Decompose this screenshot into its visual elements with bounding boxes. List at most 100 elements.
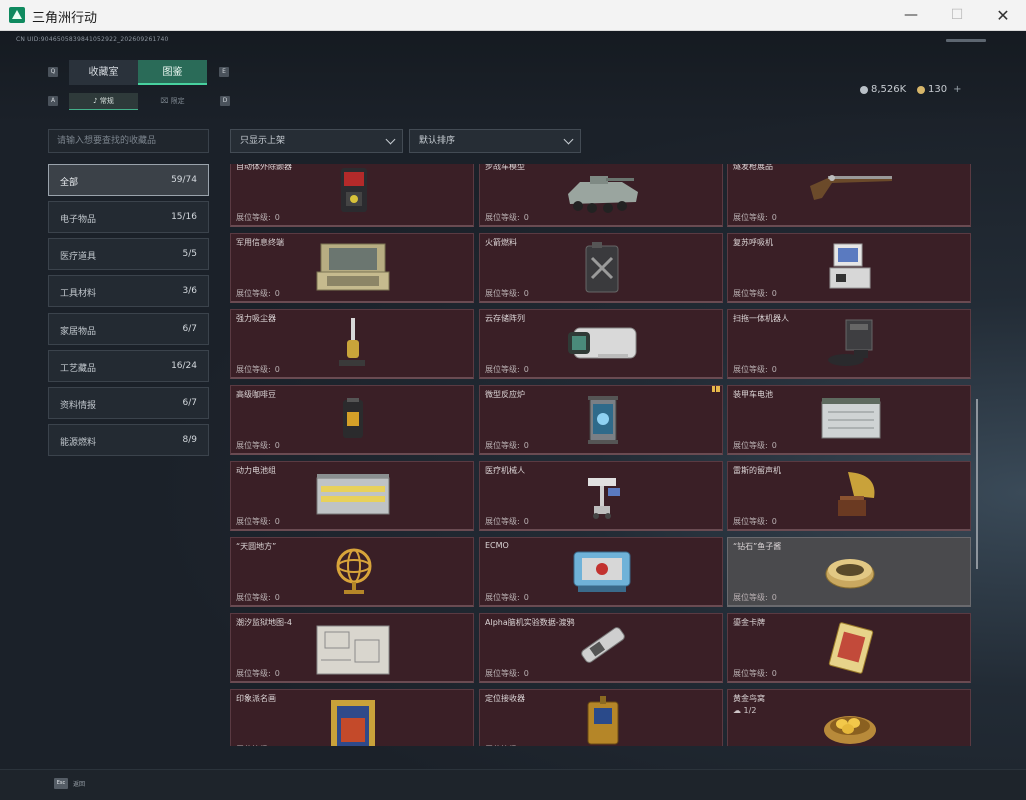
item-level-value: 0 <box>274 213 280 222</box>
item-card[interactable]: Alpha脑机实验数据-渡鸦 展位等级: 0 <box>479 613 723 683</box>
item-card[interactable]: 潮汐监狱地图-4 展位等级: 0 <box>230 613 474 683</box>
item-card[interactable]: 动力电池组 展位等级: 0 <box>230 461 474 531</box>
close-button[interactable]: ✕ <box>980 0 1026 31</box>
prison-map-icon <box>316 625 390 675</box>
grid-scrollbar[interactable] <box>976 399 978 569</box>
music-note-icon: ♪ <box>93 97 98 105</box>
key-hint-d: D <box>220 96 230 106</box>
currency-silver-value: 8,526K <box>871 84 907 95</box>
item-name: 云存储阵列 <box>485 314 525 323</box>
item-level-label: 展位等级: <box>236 365 271 374</box>
category-item[interactable]: 家居物品 6/7 <box>48 313 209 345</box>
item-level-label: 展位等级: <box>236 213 271 222</box>
tab-limited[interactable]: ⌧ 限定 <box>138 93 207 110</box>
item-name: 雷斯的留声机 <box>733 466 781 475</box>
item-level-value: 0 <box>771 441 777 450</box>
item-name: 复苏呼吸机 <box>733 238 773 247</box>
item-card[interactable]: 燧发枪展品 展位等级: 0 <box>727 164 971 227</box>
category-item[interactable]: 工具材料 3/6 <box>48 275 209 307</box>
item-card[interactable]: 装甲车电池 展位等级: 0 <box>727 385 971 455</box>
tab-collection-room[interactable]: 收藏室 <box>69 60 138 85</box>
item-level: 展位等级: 0 <box>485 744 529 746</box>
item-card[interactable]: ECMO 展位等级: 0 <box>479 537 723 607</box>
item-level: 展位等级:0 <box>236 212 280 223</box>
item-card[interactable]: 扫拖一体机器人 展位等级: 0 <box>727 309 971 379</box>
item-level-label: 展位等级: <box>733 289 768 298</box>
sort-dropdown[interactable]: 默认排序 <box>409 129 581 153</box>
storage-array-icon <box>568 327 637 359</box>
item-level-label: 展位等级: <box>236 517 271 526</box>
item-level-label: 展位等级: <box>485 745 520 746</box>
item-level: 展位等级:0 <box>485 212 529 223</box>
item-card[interactable]: 定位接收器展位等级: 0 <box>479 689 723 746</box>
item-level: 展位等级:0 <box>733 212 777 223</box>
item-name: 高级咖啡豆 <box>236 390 276 399</box>
top-bar-indicator <box>946 39 986 42</box>
item-level-label: 展位等级: <box>485 213 520 222</box>
window-titlebar: 三角洲行动 — ☐ ✕ <box>0 0 1026 31</box>
item-level-label: 展位等级: <box>236 669 271 678</box>
tab-gallery[interactable]: 图鉴 <box>138 60 207 85</box>
category-item[interactable]: 电子物品 15/16 <box>48 201 209 233</box>
game-area: CN UID:9046505839841052922_202609261740 … <box>0 31 1026 800</box>
item-level-value: 0 <box>523 365 529 374</box>
micro-reactor-icon <box>588 396 618 444</box>
item-level-value: 0 <box>523 213 529 222</box>
item-level-label: 展位等级: <box>733 669 768 678</box>
tab-normal[interactable]: ♪ 常规 <box>69 93 138 110</box>
item-level: 展位等级:0 <box>485 440 529 451</box>
item-level: 展位等级:0 <box>236 288 280 299</box>
add-gold-icon[interactable]: + <box>953 84 961 95</box>
category-label: 全部 <box>60 178 79 188</box>
golden-nest-icon <box>824 716 876 744</box>
item-card[interactable]: 高级咖啡豆 展位等级: 0 <box>230 385 474 455</box>
display-filter-dropdown[interactable]: 只显示上架 <box>230 129 403 153</box>
battery-pack-icon <box>316 474 390 515</box>
item-card[interactable]: 复苏呼吸机 展位等级: 0 <box>727 233 971 303</box>
item-card[interactable]: “钻石”鱼子酱 展位等级: 0 <box>727 537 971 607</box>
item-card[interactable]: 火箭燃料 展位等级: 0 <box>479 233 723 303</box>
item-level-value: 0 <box>274 517 280 526</box>
maximize-button[interactable]: ☐ <box>934 0 980 31</box>
item-card[interactable]: 鎏金卡牌 展位等级: 0 <box>727 613 971 683</box>
item-card[interactable]: 军用信息终端 展位等级: 0 <box>230 233 474 303</box>
item-name: 印象派名画 <box>236 694 276 703</box>
esc-key-hint[interactable]: Esc <box>54 778 68 789</box>
item-card[interactable]: 云存储阵列 展位等级: 0 <box>479 309 723 379</box>
category-item[interactable]: 工艺藏品 16/24 <box>48 350 209 382</box>
category-count: 3/6 <box>182 286 197 296</box>
framed-painting-icon <box>331 700 375 746</box>
item-card[interactable]: 黄金鸟窝 ☁ 1/2 <box>727 689 971 746</box>
category-item[interactable]: 全部 59/74 <box>48 164 209 196</box>
item-level: 展位等级:0 <box>236 364 280 375</box>
item-level-label: 展位等级: <box>485 593 520 602</box>
category-item[interactable]: 能源燃料 8/9 <box>48 424 209 456</box>
category-label: 工具材料 <box>60 289 97 299</box>
currency-gold[interactable]: 130 + <box>917 84 961 95</box>
chevron-down-icon <box>385 134 396 145</box>
key-hint-q: Q <box>48 67 58 77</box>
collection-search-input[interactable]: 请输入想要查找的收藏品 <box>48 129 209 153</box>
item-card[interactable]: 强力吸尘器 展位等级: 0 <box>230 309 474 379</box>
category-item[interactable]: 资料情报 6/7 <box>48 387 209 419</box>
item-level-label: 展位等级: <box>236 441 271 450</box>
category-item[interactable]: 医疗道具 5/5 <box>48 238 209 270</box>
item-level-value: 0 <box>771 593 777 602</box>
item-name: 装甲车电池 <box>733 390 773 399</box>
item-level-value: 0 <box>524 745 529 746</box>
item-level-label: 展位等级: <box>733 213 768 222</box>
item-card[interactable]: 雷斯的留声机 展位等级: 0 <box>727 461 971 531</box>
item-name: “钻石”鱼子酱 <box>733 542 782 551</box>
item-level-label: 展位等级: <box>485 289 520 298</box>
item-card[interactable]: 医疗机械人 展位等级: 0 <box>479 461 723 531</box>
item-card[interactable]: 微型反应炉 展位等级: 0 <box>479 385 723 455</box>
flintlock-rifle-icon <box>810 175 892 200</box>
item-card[interactable]: 步战车模型 展位等级: 0 <box>479 164 723 227</box>
item-card[interactable]: 印象派名画展位等级: 0 <box>230 689 474 746</box>
coffee-bag-icon <box>343 398 363 438</box>
item-card[interactable]: 自动体外除颤器 展位等级: 0 <box>230 164 474 227</box>
item-card[interactable]: “天圆地方” 展位等级: 0 <box>230 537 474 607</box>
gold-coin-icon <box>917 85 925 94</box>
fuel-canister-icon <box>585 242 619 293</box>
minimize-button[interactable]: — <box>888 0 934 31</box>
